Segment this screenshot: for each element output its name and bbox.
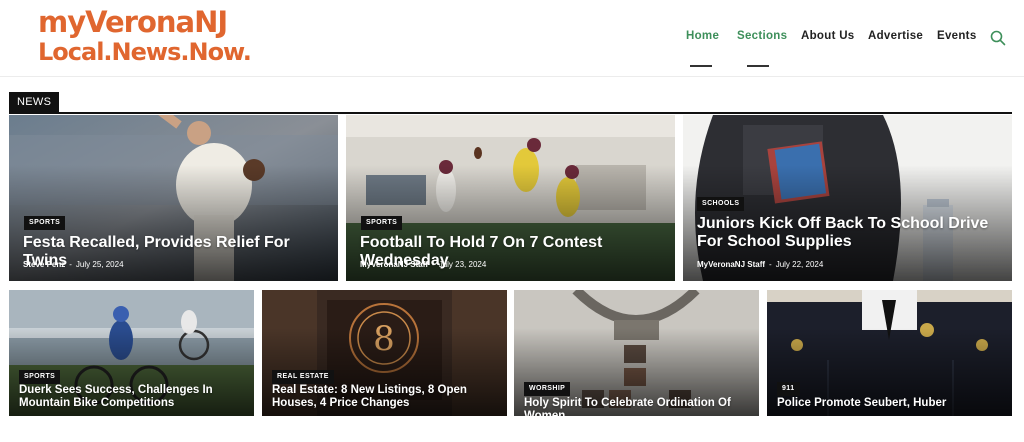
article-title[interactable]: Juniors Kick Off Back To School Drive Fo… — [697, 215, 997, 251]
article-author[interactable]: MyVeronaNJ Staff — [697, 260, 765, 269]
article-date: July 25, 2024 — [75, 260, 124, 269]
category-badge[interactable]: WORSHIP — [524, 382, 571, 396]
section-divider — [9, 112, 1012, 114]
article-card-4[interactable]: SPORTS Duerk Sees Success, Challenges In… — [9, 290, 254, 416]
article-title[interactable]: Duerk Sees Success, Challenges In Mounta… — [19, 384, 247, 410]
article-date: July 22, 2024 — [775, 260, 824, 269]
article-author[interactable]: Steve Penz — [23, 260, 65, 269]
article-title[interactable]: Real Estate: 8 New Listings, 8 Open Hous… — [272, 384, 502, 410]
section-tab-news: NEWS — [9, 92, 60, 112]
article-author[interactable]: MyVeronaNJ Staff — [360, 260, 428, 269]
article-card-7[interactable]: 911 Police Promote Seubert, Huber — [767, 290, 1012, 416]
meta-separator: - — [69, 260, 72, 269]
article-title[interactable]: Holy Spirit To Celebrate Ordination Of W… — [524, 397, 754, 416]
article-meta: MyVeronaNJ Staff - July 22, 2024 — [697, 260, 823, 269]
category-badge[interactable]: SCHOOLS — [697, 197, 745, 211]
nav-about-us[interactable]: About Us — [801, 30, 855, 42]
meta-separator: - — [769, 260, 772, 269]
article-card-2[interactable]: SPORTS Football To Hold 7 On 7 Contest W… — [346, 115, 675, 281]
category-badge[interactable]: REAL ESTATE — [272, 370, 334, 384]
article-title[interactable]: Police Promote Seubert, Huber — [777, 397, 1007, 410]
site-header: myVeronaNJ Local.News.Now. Home Sections… — [0, 0, 1024, 77]
nav-home-underline — [690, 65, 712, 67]
nav-home[interactable]: Home — [686, 30, 719, 42]
article-meta: Steve Penz - July 25, 2024 — [23, 260, 124, 269]
main-nav: Home Sections About Us Advertise Events — [0, 0, 1024, 76]
article-card-6[interactable]: WORSHIP Holy Spirit To Celebrate Ordinat… — [514, 290, 759, 416]
article-card-1[interactable]: SPORTS Festa Recalled, Provides Relief F… — [9, 115, 338, 281]
category-badge[interactable]: SPORTS — [19, 370, 61, 384]
article-date: July 23, 2024 — [438, 260, 487, 269]
nav-sections[interactable]: Sections — [737, 30, 787, 42]
article-card-3[interactable]: SCHOOLS Juniors Kick Off Back To School … — [683, 115, 1012, 281]
category-badge[interactable]: SPORTS — [361, 216, 403, 230]
search-icon[interactable] — [990, 30, 1006, 46]
meta-separator: - — [432, 260, 435, 269]
category-badge[interactable]: 911 — [777, 382, 800, 396]
nav-advertise[interactable]: Advertise — [868, 30, 923, 42]
category-badge[interactable]: SPORTS — [24, 216, 66, 230]
nav-events[interactable]: Events — [937, 30, 977, 42]
article-card-5[interactable]: 8 REAL ESTATE Real Estate: 8 New Listing… — [262, 290, 507, 416]
article-meta: MyVeronaNJ Staff - July 23, 2024 — [360, 260, 486, 269]
nav-sections-underline — [747, 65, 769, 67]
